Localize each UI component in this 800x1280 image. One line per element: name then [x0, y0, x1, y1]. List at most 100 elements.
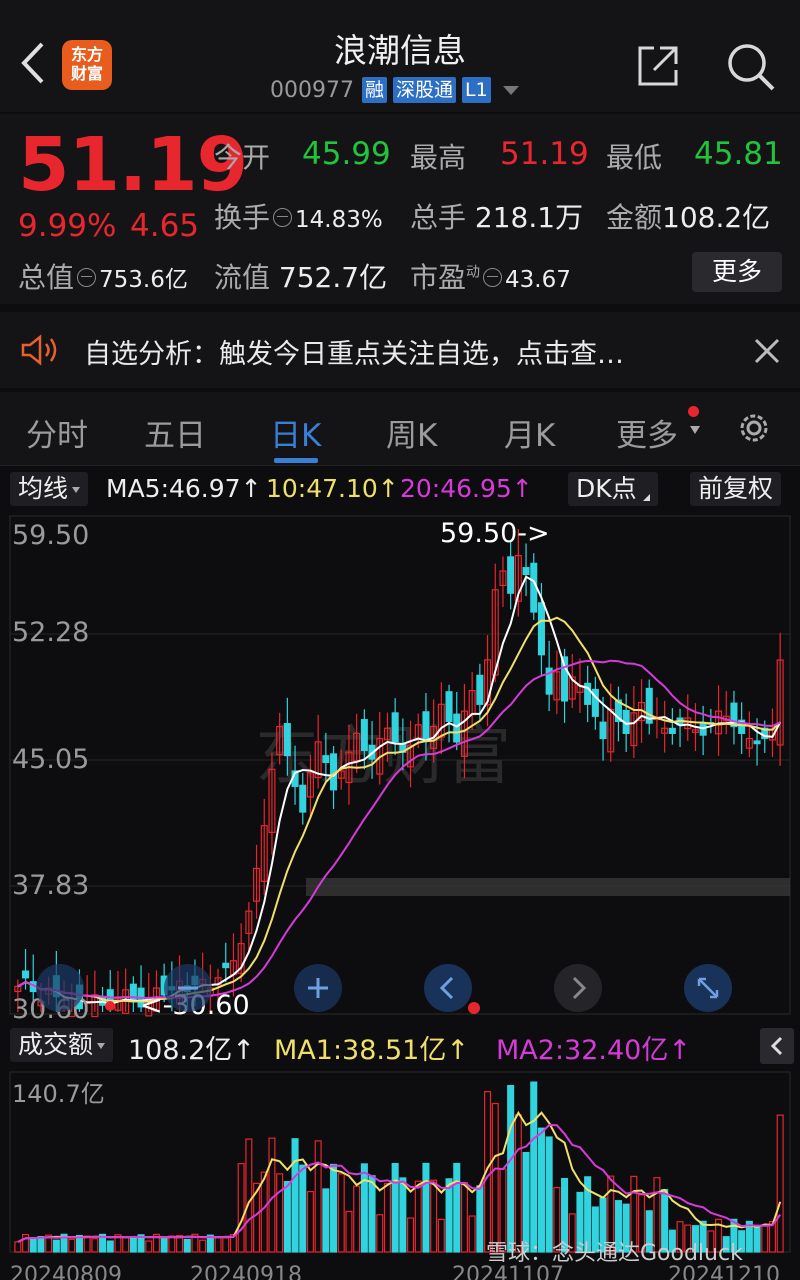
period-tabs: 分时 五日 日K 周K 月K 更多	[0, 392, 800, 466]
open-label: 今开	[214, 141, 271, 174]
stock-code-row[interactable]: 000977 融 深股通 L1	[270, 76, 519, 104]
notification-dot	[468, 1002, 480, 1014]
volume-bar	[291, 1138, 299, 1253]
volume-bar	[37, 1236, 45, 1253]
quote-panel: 51.19 9.99% 4.65 今开 45.99 最高 51.19 最低 45…	[0, 114, 800, 304]
volume-bar	[476, 1185, 484, 1253]
volume-bar	[160, 1238, 168, 1253]
volume-bar	[237, 1163, 245, 1253]
candle-body	[522, 567, 530, 576]
notice-bar[interactable]: 自选分析：触发今日重点关注自选，点击查…	[0, 312, 800, 388]
candle-body	[322, 755, 330, 764]
chevron-down-icon[interactable]	[502, 85, 519, 95]
y-label-4: 37.83	[12, 870, 89, 901]
more-quote-button[interactable]: 更多	[692, 252, 782, 292]
y-label-top: 59.50	[12, 520, 89, 551]
volume-bar	[537, 1127, 545, 1253]
change-percent: 9.99%	[18, 208, 117, 244]
step-left-icon[interactable]	[424, 964, 472, 1012]
amount-value: 108.2亿	[662, 201, 771, 234]
volume-bar	[306, 1190, 314, 1253]
volume-value: 218.1万	[474, 201, 584, 234]
tab-five-day[interactable]: 五日	[144, 410, 206, 455]
mktcap-cell: 总值 753.6亿	[18, 256, 188, 296]
volume-bar	[460, 1182, 468, 1253]
candle-body	[360, 719, 368, 752]
shenguton-tag: 深股通	[393, 77, 457, 103]
tab-more[interactable]: 更多	[616, 410, 678, 455]
x-label-2: 20240918	[190, 1263, 302, 1280]
volume-bar	[353, 1185, 361, 1253]
collapse-button[interactable]	[760, 1028, 794, 1064]
info-icon[interactable]	[77, 267, 97, 287]
volume-bar	[753, 1224, 761, 1253]
turnover-value: 14.83%	[295, 207, 383, 233]
high-label: 最高	[410, 141, 467, 174]
volume-bar	[68, 1238, 76, 1253]
dk-zone	[306, 878, 790, 896]
volume-bar	[407, 1217, 415, 1253]
tab-intraday[interactable]: 分时	[26, 410, 88, 455]
scroll-left-icon[interactable]	[36, 964, 84, 1012]
volume-bar	[52, 1239, 60, 1253]
turnover-label: 换手	[214, 201, 271, 234]
candle-body	[222, 962, 230, 969]
volume-bar	[545, 1136, 553, 1253]
candle-body	[129, 983, 137, 1003]
tab-weekly-k[interactable]: 周K	[386, 410, 437, 455]
step-right-icon[interactable]	[554, 964, 602, 1012]
candle-body	[283, 723, 291, 757]
y-label-3: 45.05	[12, 744, 89, 775]
volume-bar	[330, 1163, 338, 1253]
info-icon[interactable]	[483, 267, 503, 287]
volume-bar	[314, 1140, 322, 1253]
chevron-left-icon	[770, 1036, 783, 1056]
volume-bar	[761, 1224, 769, 1253]
ma-line	[17, 616, 781, 1003]
volume-bar	[337, 1173, 345, 1253]
chevron-down-icon	[690, 426, 700, 434]
search-icon[interactable]	[726, 42, 776, 92]
ma5-value: MA5:46.97↑	[106, 474, 262, 503]
volume-bar	[430, 1179, 438, 1253]
volume-bar	[222, 1237, 230, 1253]
volume-bar	[453, 1162, 461, 1253]
volume-ma1: MA1:38.51亿↑	[274, 1035, 469, 1066]
volume-bar	[522, 1151, 530, 1253]
volume-bar	[368, 1175, 376, 1253]
signal-dot	[105, 1001, 115, 1011]
turnover-cell: 换手 14.83%	[214, 196, 383, 236]
volume-bar	[414, 1180, 422, 1253]
candle-body	[537, 602, 545, 656]
kline-chart[interactable]: 东方财富 59.50 52.28 45.05 37.83 30.60 59.50…	[0, 512, 800, 1024]
notice-text: 自选分析：触发今日重点关注自选，点击查…	[84, 339, 624, 370]
adjust-button[interactable]: 前复权	[690, 472, 782, 506]
x-label-4: 20241210	[668, 1263, 780, 1280]
tab-monthly-k[interactable]: 月K	[504, 410, 555, 455]
volume-bar	[199, 1239, 207, 1253]
mktcap-label: 总值	[18, 261, 75, 294]
dk-point-button[interactable]: DK点	[568, 472, 658, 506]
high-value: 51.19	[500, 136, 589, 172]
candle-body	[753, 740, 761, 745]
share-icon[interactable]	[636, 44, 680, 88]
change-amount: 4.65	[130, 208, 200, 244]
open-value: 45.99	[302, 136, 391, 172]
gear-icon[interactable]	[734, 408, 774, 448]
volume-bar	[122, 1236, 130, 1253]
indicator-select[interactable]: 均线	[10, 472, 89, 506]
volume-bar	[468, 1215, 476, 1253]
high-marker: 59.50->	[440, 518, 550, 549]
tab-daily-k[interactable]: 日K	[270, 410, 321, 455]
volume-bar	[145, 1240, 153, 1253]
info-icon[interactable]	[273, 207, 293, 227]
candle-body	[391, 712, 399, 743]
volume-chart[interactable]: 140.7亿 雪球：念头通达Goodluck 20240809 20240918…	[0, 1068, 800, 1280]
pe-label: 市盈	[410, 261, 467, 294]
level1-tag: L1	[462, 77, 491, 103]
close-icon[interactable]	[752, 336, 782, 366]
notification-dot	[688, 406, 699, 417]
candle-body	[422, 711, 430, 740]
volume-bar	[422, 1162, 430, 1253]
volume-indicator-select[interactable]: 成交额	[10, 1028, 114, 1062]
